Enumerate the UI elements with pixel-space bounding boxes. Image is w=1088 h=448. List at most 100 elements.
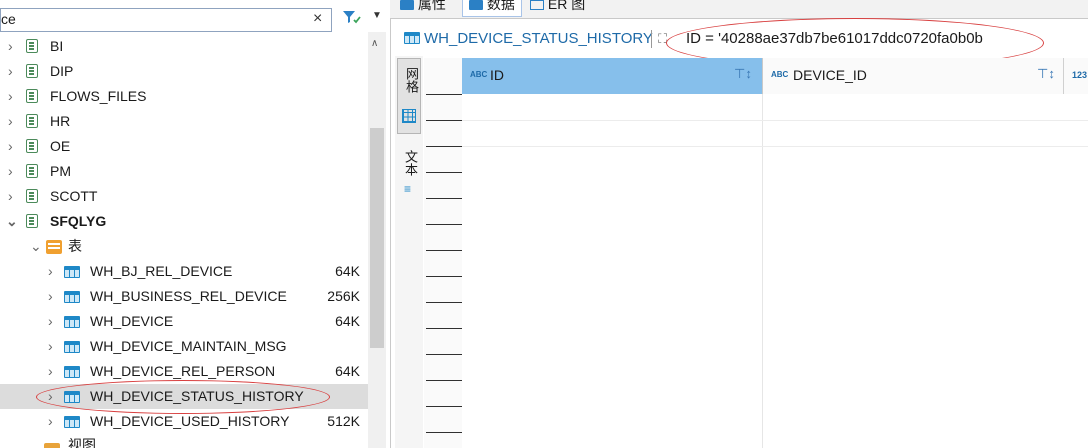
column-filter-sort-icon[interactable]: ⊤↕ — [1037, 66, 1055, 82]
column-header-partial[interactable]: 123 — [1064, 58, 1088, 94]
chevron-right-icon: › — [48, 263, 53, 279]
tree-item-views-folder[interactable]: 视图 — [0, 433, 368, 448]
table-size: 512K — [327, 413, 360, 429]
chevron-right-icon: › — [48, 413, 53, 429]
type-badge: 123 — [1072, 70, 1088, 80]
tab-er-diagram[interactable]: ER 图 — [524, 0, 591, 16]
divider — [651, 30, 652, 48]
schema-icon — [26, 64, 38, 78]
tree-item-label: 视图 — [68, 437, 96, 448]
column-header-device-id[interactable]: ABC DEVICE_ID ⊤↕ — [763, 58, 1064, 94]
tree-item-schema[interactable]: › PM — [0, 159, 368, 184]
tree-item-schema[interactable]: › HR — [0, 109, 368, 134]
filter-dropdown-icon[interactable]: ▼ — [372, 10, 382, 21]
table-icon — [64, 341, 80, 353]
table-size: 64K — [335, 313, 360, 329]
tree-item-schema[interactable]: › DIP — [0, 59, 368, 84]
schema-icon — [26, 189, 38, 203]
grid-view-tab[interactable]: 网格 — [397, 58, 421, 134]
gutter-line — [426, 302, 462, 303]
tree-item-label: DIP — [50, 63, 74, 79]
tree-item-label: FLOWS_FILES — [50, 88, 147, 104]
editor-tab-bar: 属性 数据 ER 图 — [390, 0, 1088, 19]
schema-icon — [26, 39, 38, 53]
tree-item-label: SCOTT — [50, 188, 98, 204]
text-view-icon[interactable]: ≡ — [404, 182, 411, 196]
table-icon — [64, 366, 80, 378]
table-icon — [64, 316, 80, 328]
gutter-line — [426, 146, 462, 147]
gutter-line — [426, 406, 462, 407]
chevron-right-icon: › — [8, 113, 13, 129]
table-icon — [64, 416, 80, 428]
filter-input-value: ce — [1, 11, 16, 27]
tree-item-label: 表 — [68, 238, 82, 254]
chevron-right-icon: › — [8, 163, 13, 179]
gutter-line — [426, 250, 462, 251]
table-name: WH_DEVICE_MAINTAIN_MSG — [90, 338, 287, 354]
row-number-gutter — [424, 58, 462, 448]
tab-data[interactable]: 数据 — [462, 0, 522, 17]
grid-row-line — [462, 146, 1088, 147]
type-badge: ABC — [771, 70, 789, 79]
chevron-right-icon: › — [48, 288, 53, 304]
chevron-right-icon: › — [48, 338, 53, 354]
table-size: 64K — [335, 263, 360, 279]
navigator-scroll-thumb[interactable] — [370, 128, 384, 348]
table-row[interactable]: › WH_BJ_REL_DEVICE 64K — [0, 259, 368, 284]
properties-icon — [400, 0, 414, 11]
gutter-line — [426, 224, 462, 225]
annotation-ellipse — [36, 380, 330, 414]
tree-item-schema[interactable]: › OE — [0, 134, 368, 159]
text-view-tab[interactable]: 文本 — [401, 150, 420, 176]
schema-icon — [26, 89, 38, 103]
tab-properties[interactable]: 属性 — [394, 0, 452, 16]
filter-settings-icon[interactable] — [342, 10, 362, 27]
grid-view-label: 网格 — [404, 67, 419, 93]
schema-icon — [26, 114, 38, 128]
gutter-line — [426, 380, 462, 381]
table-row[interactable]: › WH_BUSINESS_REL_DEVICE 256K — [0, 284, 368, 309]
gutter-line — [426, 198, 462, 199]
database-navigator-panel: ce × ▼ › BI › DIP › FLOWS_FILES › HR › O… — [0, 0, 391, 448]
chevron-right-icon: › — [8, 88, 13, 104]
chevron-right-icon: › — [48, 363, 53, 379]
tree-item-schema[interactable]: › FLOWS_FILES — [0, 84, 368, 109]
clear-filter-icon[interactable]: × — [313, 10, 322, 28]
tree-item-label: PM — [50, 163, 71, 179]
table-icon — [64, 266, 80, 278]
table-row[interactable]: › WH_DEVICE 64K — [0, 309, 368, 334]
tree-item-label: BI — [50, 38, 64, 54]
chevron-right-icon: › — [48, 313, 53, 329]
chevron-right-icon: › — [8, 38, 13, 54]
grid-icon — [402, 109, 416, 123]
gutter-line — [426, 172, 462, 173]
active-table-name[interactable]: WH_DEVICE_STATUS_HISTORY — [424, 30, 653, 47]
filter-input[interactable]: ce × — [0, 8, 332, 32]
tree-item-tables-folder[interactable]: ⌄ 表 — [0, 234, 368, 259]
tab-label: ER 图 — [547, 0, 586, 12]
tree-item-label: HR — [50, 113, 71, 129]
tree-item-label: SFQLYG — [50, 213, 107, 229]
scroll-up-icon[interactable]: ∧ — [371, 38, 378, 49]
result-grid[interactable] — [462, 94, 1088, 448]
er-diagram-icon — [530, 0, 544, 11]
table-name: WH_DEVICE — [90, 313, 174, 329]
tables-folder-icon — [46, 240, 62, 254]
tree-item-schema[interactable]: › BI — [0, 34, 368, 59]
table-size: 64K — [335, 363, 360, 379]
tree-item-label: OE — [50, 138, 71, 154]
gutter-line — [426, 120, 462, 121]
schema-icon — [26, 139, 38, 153]
table-size: 256K — [327, 288, 360, 304]
tree-item-schema[interactable]: › SCOTT — [0, 184, 368, 209]
table-row[interactable]: › WH_DEVICE_MAINTAIN_MSG — [0, 334, 368, 359]
grid-row-line — [462, 120, 1088, 121]
table-icon — [404, 32, 420, 44]
gutter-line — [426, 276, 462, 277]
column-filter-sort-icon[interactable]: ⊤↕ — [734, 66, 752, 82]
views-folder-icon — [44, 443, 60, 448]
chevron-right-icon: › — [8, 63, 13, 79]
column-header-id[interactable]: ABC ID ⊤↕ — [462, 58, 763, 94]
tree-item-schema-open[interactable]: ⌄ SFQLYG — [0, 209, 368, 234]
